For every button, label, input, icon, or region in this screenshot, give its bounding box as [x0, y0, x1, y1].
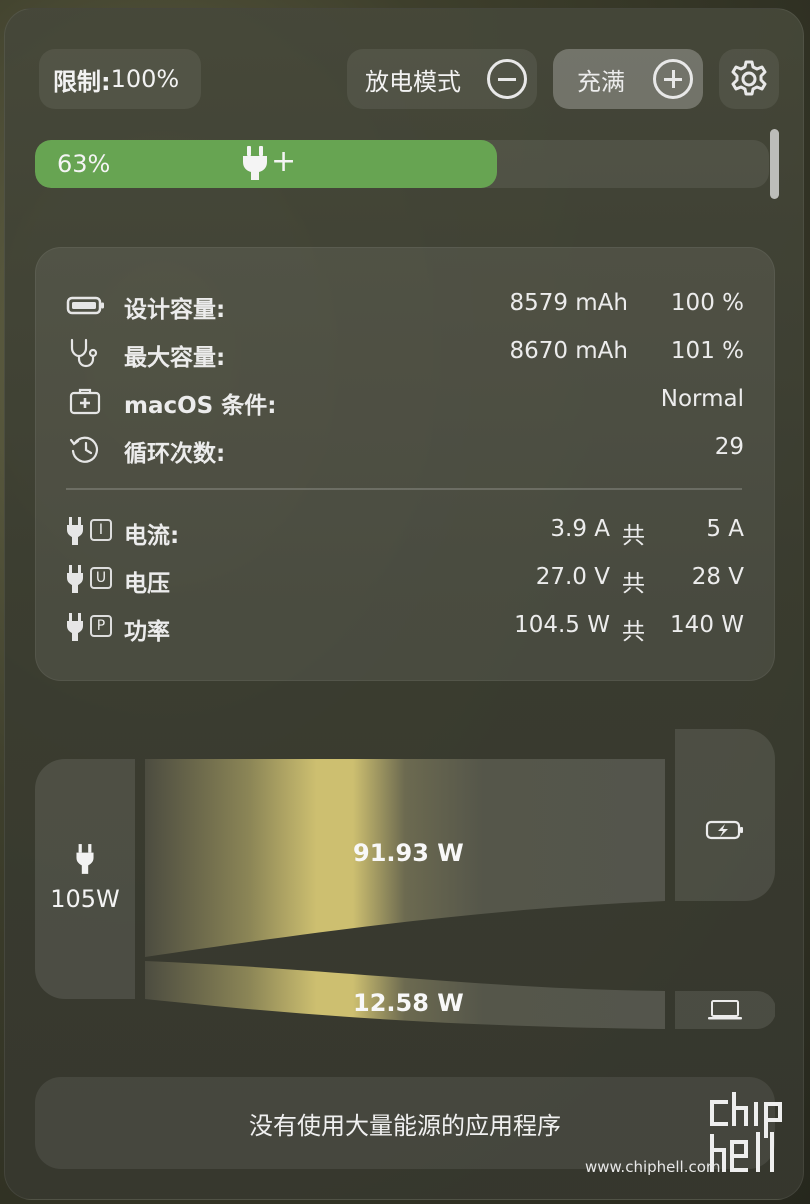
max-capacity-percent: 101 % — [670, 338, 744, 364]
no-energy-apps-message: 没有使用大量能源的应用程序 — [249, 1111, 561, 1140]
power-flow-diagram: 105W 91.93 W 12.58 W — [35, 729, 775, 1029]
max-capacity-row: 最大容量: 8670 mAh 101 % — [36, 332, 776, 372]
power-max: 140 W — [670, 612, 744, 638]
condition-value: Normal — [660, 386, 744, 412]
stethoscope-icon — [70, 338, 98, 368]
current-value: 3.9 A — [550, 516, 610, 542]
plug-icon — [76, 844, 94, 874]
charge-full-button[interactable]: 充满 — [553, 49, 703, 109]
plug-icon — [67, 613, 83, 641]
current-label: 电流: — [124, 523, 180, 549]
battery-flow-value: 91.93 W — [353, 839, 464, 867]
energy-apps-panel[interactable]: 没有使用大量能源的应用程序 — [35, 1077, 775, 1169]
cycle-count-row: 循环次数: 29 — [36, 428, 776, 468]
voltage-label: 电压 — [124, 571, 170, 597]
voltage-of: 共 — [622, 571, 645, 597]
power-flow-graphic — [35, 729, 775, 1029]
system-flow-value: 12.58 W — [353, 989, 464, 1017]
max-capacity-label: 最大容量: — [124, 345, 226, 371]
cycle-count-label: 循环次数: — [124, 441, 226, 467]
laptop-icon — [708, 1000, 742, 1020]
battery-node — [675, 729, 775, 901]
history-icon — [69, 436, 99, 463]
charge-limit-button[interactable]: 限制: 100% — [39, 49, 201, 109]
power-icon-group: P — [66, 612, 112, 642]
power-source-node — [35, 759, 135, 999]
battery-icon — [66, 296, 104, 315]
battery-percent: 63% — [57, 150, 111, 178]
minus-circle-icon — [487, 59, 527, 99]
power-label: 功率 — [124, 619, 170, 645]
design-capacity-row: 设计容量: 8579 mAh 100 % — [36, 284, 776, 324]
plug-icon — [67, 565, 83, 593]
condition-label: macOS 条件: — [124, 393, 277, 419]
voltage-max: 28 V — [691, 564, 744, 590]
plug-icon — [243, 146, 267, 180]
charging-plus: + — [271, 144, 297, 179]
plus-circle-icon — [653, 59, 693, 99]
limit-label: 限制: — [53, 67, 111, 96]
power-row: P 功率 104.5 W 共 140 W — [36, 606, 776, 646]
design-capacity-value: 8579 mAh — [509, 290, 628, 316]
plug-icon — [67, 517, 83, 545]
battery-info-card: 设计容量: 8579 mAh 100 % 最大容量: 8670 mAh 101 … — [35, 247, 775, 681]
watermark-text: www.chiphell.com — [585, 1158, 721, 1176]
voltage-row: U 电压 27.0 V 共 28 V — [36, 558, 776, 598]
charge-label: 充满 — [577, 67, 625, 96]
current-of: 共 — [622, 523, 645, 549]
discharge-mode-button[interactable]: 放电模式 — [347, 49, 537, 109]
limit-value: 100% — [110, 65, 180, 93]
max-capacity-value: 8670 mAh — [509, 338, 628, 364]
scrollbar[interactable] — [770, 129, 779, 199]
battery-level-bar: 63% + — [35, 140, 769, 188]
settings-button[interactable] — [719, 49, 779, 109]
power-of: 共 — [622, 619, 645, 645]
condition-row: macOS 条件: Normal — [36, 380, 776, 420]
cycle-count-value: 29 — [714, 434, 744, 460]
discharge-label: 放电模式 — [365, 67, 461, 96]
voltage-value: 27.0 V — [535, 564, 610, 590]
power-letter-icon: P — [90, 615, 112, 637]
battery-charging-icon — [705, 820, 743, 840]
power-value: 104.5 W — [514, 612, 610, 638]
current-icon-group: I — [66, 516, 112, 546]
voltage-letter-icon: U — [90, 567, 112, 589]
current-row: I 电流: 3.9 A 共 5 A — [36, 510, 776, 550]
design-capacity-percent: 100 % — [670, 290, 744, 316]
battery-panel: 限制: 100% 放电模式 充满 63% + 设计容量: 8579 mAh 10… — [4, 8, 804, 1200]
divider — [66, 488, 742, 490]
current-max: 5 A — [706, 516, 744, 542]
source-power-value: 105W — [50, 885, 120, 913]
voltage-icon-group: U — [66, 564, 112, 594]
charging-indicator — [241, 144, 269, 186]
current-letter-icon: I — [90, 519, 112, 541]
gear-icon — [731, 60, 767, 96]
design-capacity-label: 设计容量: — [124, 297, 226, 323]
medkit-icon — [69, 388, 101, 415]
